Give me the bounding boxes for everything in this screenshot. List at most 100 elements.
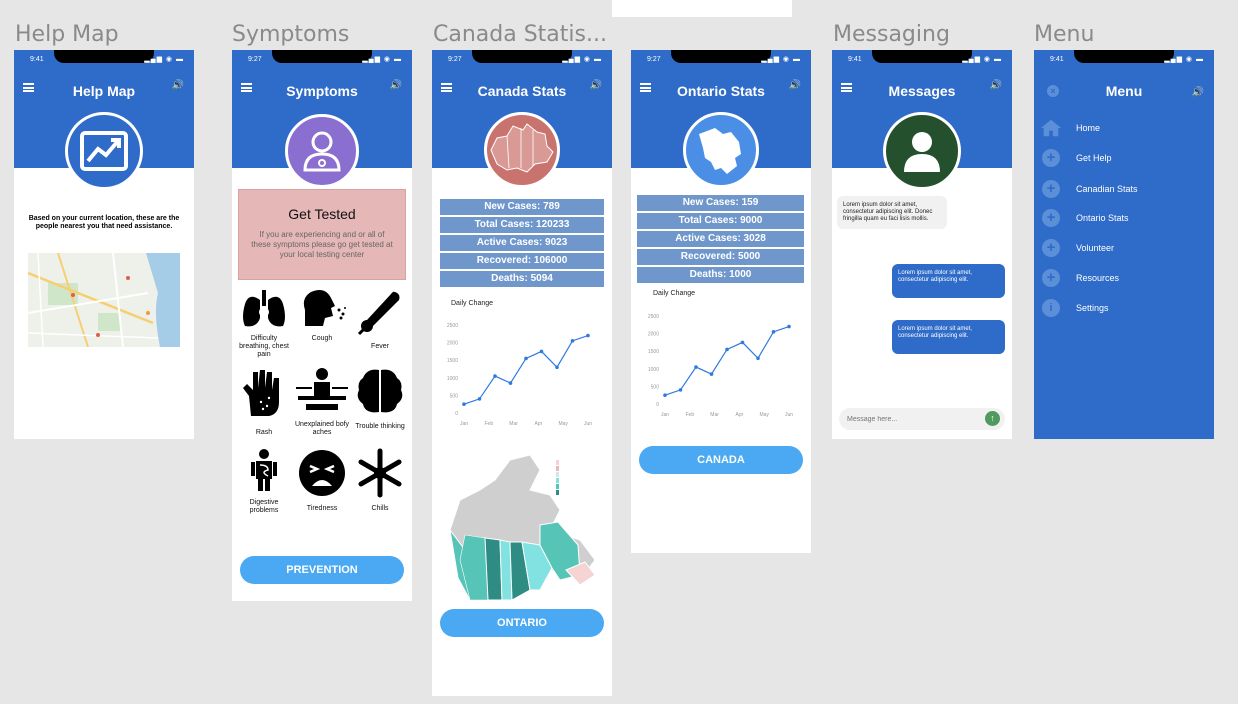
- speaker-icon[interactable]: 🔊: [990, 80, 1002, 91]
- symptom-label: Difficulty breathing, chest pain: [239, 335, 289, 358]
- speaker-icon[interactable]: 🔊: [172, 80, 184, 91]
- phone-symptoms: 9:27 ▂▄▆ ◉ ▬ Symptoms 🔊 Get Tested If yo…: [232, 50, 412, 601]
- x-tick-label: Apr: [535, 421, 543, 427]
- data-point: [462, 402, 466, 406]
- stat-deaths: Deaths: 1000: [637, 267, 804, 283]
- data-point: [709, 372, 714, 376]
- stat-deaths: Deaths: 5094: [440, 271, 604, 287]
- send-button[interactable]: ↑: [985, 411, 1000, 426]
- menu-item-ontario-stats[interactable]: + Ontario Stats: [1040, 207, 1129, 229]
- x-tick-label: May: [558, 421, 568, 427]
- home-icon: [1040, 117, 1062, 139]
- symptom-label: Fever: [371, 343, 389, 350]
- data-point: [570, 339, 575, 343]
- menu-item-home[interactable]: Home: [1040, 117, 1100, 139]
- trend-chart-icon: [65, 112, 143, 190]
- status-icons: ▂▄▆ ◉ ▬: [144, 56, 184, 63]
- y-tick-label: 0: [455, 411, 458, 417]
- page-title: Menu: [1105, 83, 1143, 99]
- chart-title: Daily Change: [653, 290, 696, 297]
- speaker-icon[interactable]: 🔊: [390, 80, 402, 91]
- canada-button[interactable]: CANADA: [639, 446, 803, 474]
- y-tick-label: 2500: [648, 314, 659, 320]
- message-input[interactable]: [847, 412, 977, 426]
- status-icons: ▂▄▆ ◉ ▬: [1164, 56, 1204, 63]
- status-time: 9:41: [1050, 56, 1064, 63]
- card-title: Get Tested: [288, 206, 356, 222]
- y-tick-label: 1500: [648, 349, 659, 355]
- header: 9:41 ▂▄▆ ◉ ▬ Messages 🔊: [832, 50, 1012, 190]
- data-point: [663, 393, 667, 397]
- speaker-icon[interactable]: 🔊: [1192, 87, 1204, 98]
- y-tick-label: 1000: [447, 376, 458, 382]
- message-outgoing: Lorem ipsum dolor sit amet, consectetur …: [892, 320, 1005, 354]
- frame-title-help-map: Help Map: [15, 22, 119, 47]
- series-line: [664, 325, 790, 396]
- x-tick-label: Jan: [460, 421, 468, 427]
- menu-item-canadian-stats[interactable]: + Canadian Stats: [1040, 178, 1138, 200]
- symptom-breathing: Difficulty breathing, chest pain: [235, 288, 293, 359]
- menu-item-resources[interactable]: + Resources: [1040, 267, 1119, 289]
- x-tick-label: Mar: [509, 421, 518, 427]
- symptom-label: Tiredness: [306, 505, 338, 512]
- data-point: [508, 381, 513, 385]
- phone-ontario-stats: 9:27 ▂▄▆ ◉ ▬ Ontario Stats 🔊 New Cases: …: [631, 50, 811, 553]
- doctor-icon: [285, 114, 359, 188]
- status-time: 9:27: [248, 56, 262, 63]
- symptom-label: Trouble thinking: [355, 423, 405, 430]
- digestive-icon: [251, 449, 277, 491]
- daily-change-chart: 0 500 1000 1500 2000 2500 Jan Feb Mar Apr May Jun: [648, 314, 793, 418]
- plus-circle-icon: +: [1040, 147, 1062, 169]
- speaker-icon[interactable]: 🔊: [590, 80, 602, 91]
- frame-title-canada: Canada Statis...: [433, 22, 607, 47]
- data-point: [477, 397, 482, 401]
- canada-province-map: [440, 450, 600, 610]
- stats-list: New Cases: 159 Total Cases: 9000 Active …: [637, 195, 804, 285]
- prevention-button[interactable]: PREVENTION: [240, 556, 404, 584]
- menu-item-label: Resources: [1076, 273, 1120, 283]
- menu-item-settings[interactable]: i Settings: [1040, 297, 1109, 319]
- rash-hand-icon: [243, 370, 279, 416]
- symptom-tiredness: Tiredness: [293, 448, 351, 513]
- menu-item-label: Canadian Stats: [1076, 184, 1138, 194]
- menu-item-label: Home: [1076, 123, 1101, 133]
- y-tick-label: 2000: [648, 332, 659, 338]
- phone-help-map: 9:41 ▂▄▆ ◉ ▬ Help Map 🔊 Based on your cu…: [14, 50, 194, 439]
- symptom-trouble-thinking: Trouble thinking: [351, 366, 409, 431]
- help-description: Based on your current location, these ar…: [28, 215, 180, 230]
- speaker-icon[interactable]: 🔊: [789, 80, 801, 91]
- user-avatar-icon: [883, 112, 961, 190]
- status-icons: ▂▄▆ ◉ ▬: [562, 56, 602, 63]
- header: 9:27 ▂▄▆ ◉ ▬ Ontario Stats 🔊: [631, 50, 811, 188]
- stat-new-cases: New Cases: 159: [637, 195, 804, 211]
- plus-circle-icon: +: [1040, 207, 1062, 229]
- x-tick-label: May: [759, 412, 769, 418]
- y-tick-label: 1500: [447, 358, 458, 364]
- page-title: Canada Stats: [477, 83, 567, 99]
- menu-item-get-help[interactable]: + Get Help: [1040, 147, 1112, 169]
- notch: [872, 50, 972, 63]
- thermometer-icon: [357, 291, 400, 336]
- data-point: [586, 333, 590, 338]
- x-tick-label: Feb: [484, 421, 493, 427]
- symptom-cough: Cough: [293, 288, 351, 343]
- data-point: [524, 356, 528, 361]
- stat-recovered: Recovered: 106000: [440, 253, 604, 269]
- plus-circle-icon: +: [1040, 267, 1062, 289]
- data-point: [787, 324, 791, 329]
- card-text: If you are experiencing and or all of th…: [251, 230, 393, 259]
- data-point: [740, 340, 745, 345]
- stat-active-cases: Active Cases: 3028: [637, 231, 804, 247]
- notch: [472, 50, 572, 63]
- page-title: Help Map: [72, 83, 136, 99]
- status-icons: ▂▄▆ ◉ ▬: [362, 56, 402, 63]
- data-point: [756, 356, 760, 361]
- ontario-button[interactable]: ONTARIO: [440, 609, 604, 637]
- page-title: Symptoms: [286, 83, 358, 99]
- page-title: Messages: [888, 83, 956, 99]
- map-view[interactable]: [28, 253, 180, 347]
- data-point: [555, 365, 559, 370]
- stat-total-cases: Total Cases: 9000: [637, 213, 804, 229]
- menu-item-label: Volunteer: [1076, 243, 1115, 253]
- menu-item-volunteer[interactable]: + Volunteer: [1040, 237, 1114, 259]
